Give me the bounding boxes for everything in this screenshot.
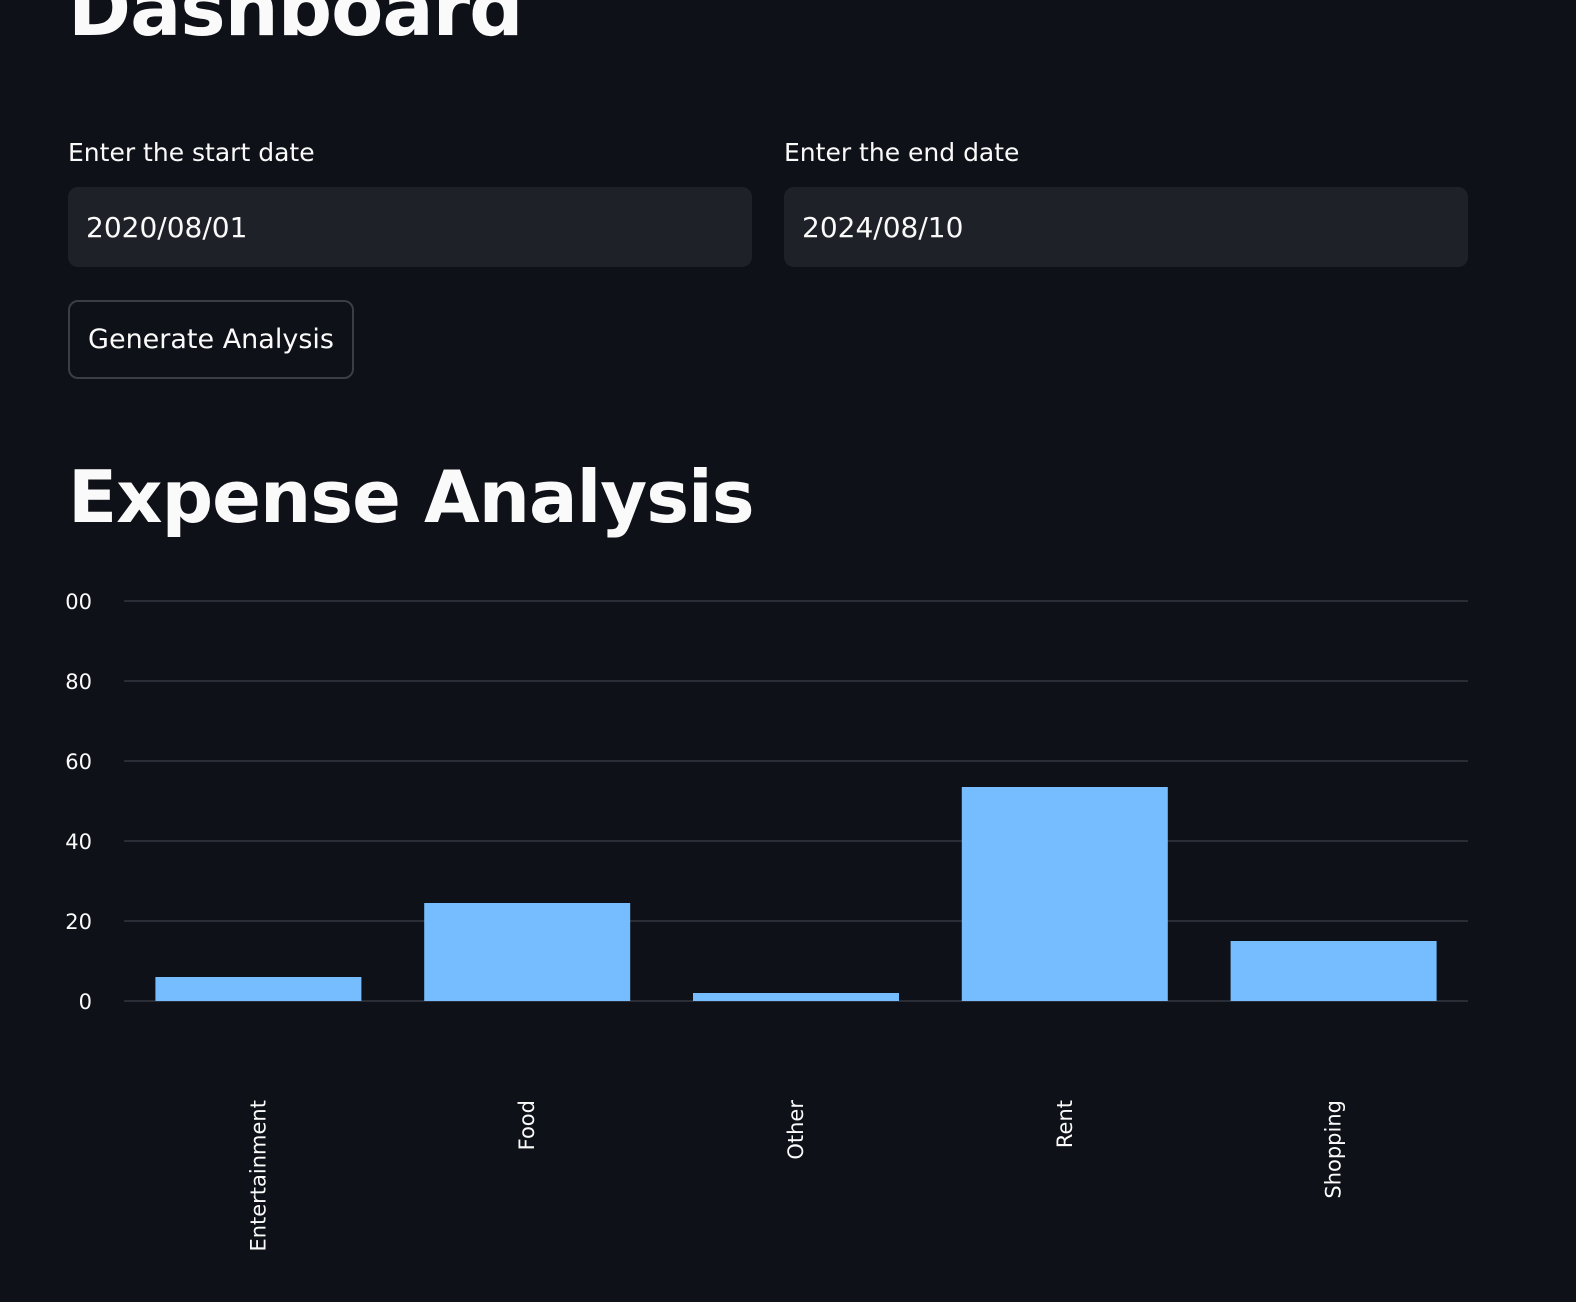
bar-shopping [1230, 941, 1437, 1001]
end-date-input[interactable] [784, 187, 1468, 267]
expense-bar-chart: 0 20 40 60 80 00 Entertainment Food Other Rent Sho… [65, 590, 1468, 1252]
x-tick-label: Food [515, 1100, 539, 1150]
y-tick-label: 40 [65, 830, 92, 854]
bar-other [693, 993, 899, 1001]
y-tick-label: 0 [79, 990, 92, 1014]
section-title: Expense Analysis [68, 455, 755, 539]
y-tick-label: 00 [65, 590, 92, 614]
start-date-input[interactable] [68, 187, 752, 267]
x-tick-label: Other [784, 1100, 808, 1160]
bar-food [424, 903, 631, 1001]
end-date-label: Enter the end date [784, 138, 1020, 167]
start-date-label: Enter the start date [68, 138, 315, 167]
x-tick-label: Entertainment [246, 1100, 270, 1252]
y-tick-label: 60 [65, 750, 92, 774]
x-tick-label: Rent [1053, 1100, 1077, 1148]
y-tick-label: 20 [65, 910, 92, 934]
page-title: Dashboard [68, 0, 523, 53]
y-tick-label: 80 [65, 670, 92, 694]
generate-analysis-button[interactable]: Generate Analysis [68, 300, 354, 379]
bar-entertainment [155, 977, 362, 1001]
x-tick-label: Shopping [1322, 1100, 1346, 1199]
bar-rent [961, 787, 1168, 1001]
